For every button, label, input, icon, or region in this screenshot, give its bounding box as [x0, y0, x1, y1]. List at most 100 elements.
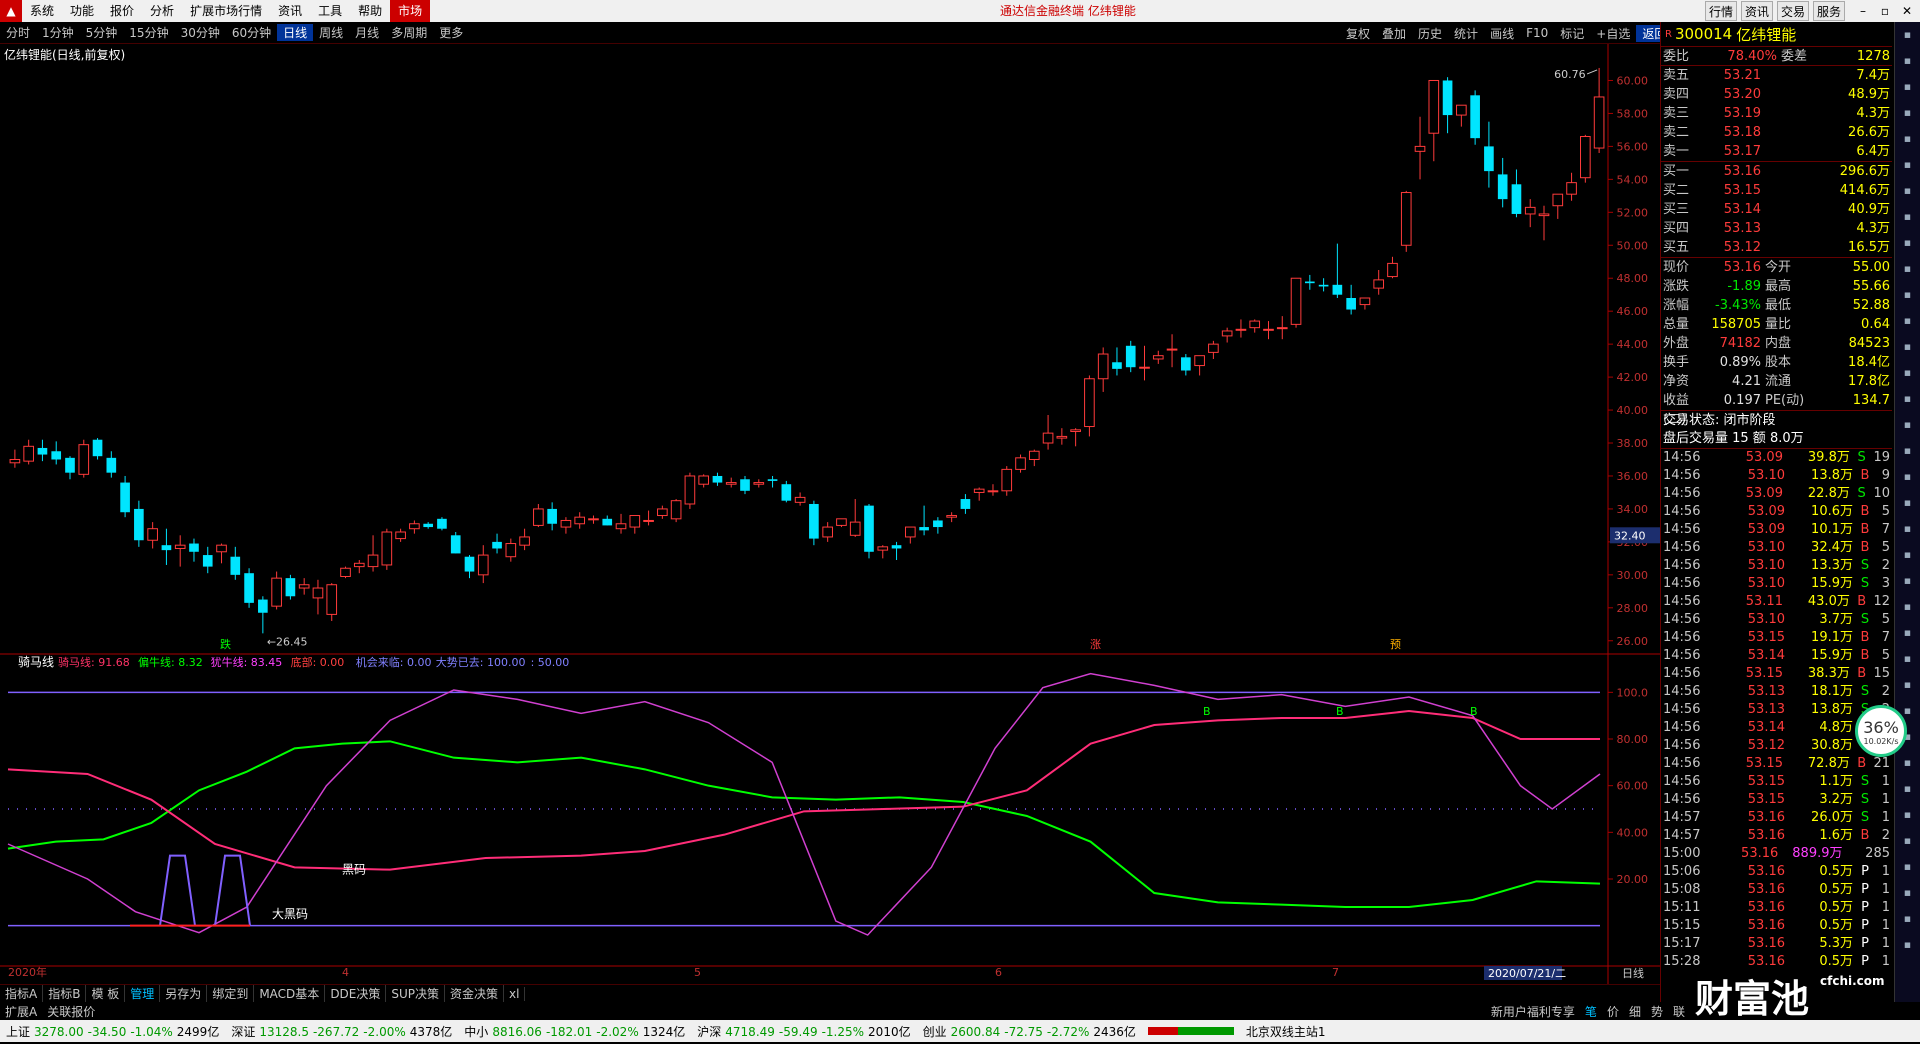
chart-tool-4[interactable]: 画线	[1484, 25, 1520, 42]
period-tab-4[interactable]: 30分钟	[175, 24, 226, 41]
period-tab-2[interactable]: 5分钟	[80, 24, 124, 41]
sidebar-tool-icon[interactable]: ▪	[1895, 412, 1920, 438]
menu-item-4[interactable]: 扩展市场行情	[182, 0, 270, 22]
period-tab-6[interactable]: 日线	[277, 24, 314, 41]
sidebar-tool-icon[interactable]: ▪	[1895, 880, 1920, 906]
sidebar-tool-icon[interactable]: ▪	[1895, 386, 1920, 412]
tick-volume: 26.0万	[1811, 810, 1853, 825]
indicator-param: 底部: 0.00	[291, 655, 345, 669]
stat-value: 0.89%	[1719, 355, 1761, 370]
sidebar-tool-icon[interactable]: ▪	[1895, 100, 1920, 126]
sidebar-tool-icon[interactable]: ▪	[1895, 542, 1920, 568]
period-tab-9[interactable]: 多周期	[385, 24, 433, 41]
menu-item-8[interactable]: 市场	[390, 0, 431, 22]
sidebar-tool-icon[interactable]: ▪	[1895, 672, 1920, 698]
sidebar-tool-icon[interactable]: ▪	[1895, 178, 1920, 204]
indicator-tab-4[interactable]: 另存为	[160, 985, 208, 1002]
chart-tool-6[interactable]: 标记	[1554, 25, 1590, 42]
period-tab-1[interactable]: 1分钟	[36, 24, 80, 41]
index-name: 上证	[6, 1024, 31, 1039]
chart-tool-2[interactable]: 历史	[1412, 25, 1448, 42]
sidebar-tool-icon[interactable]: ▪	[1895, 854, 1920, 880]
sidebar-tool-icon[interactable]: ▪	[1895, 932, 1920, 958]
maximize-icon[interactable]: ▫	[1874, 1, 1896, 21]
sidebar-tool-icon[interactable]: ▪	[1895, 594, 1920, 620]
sidebar-tool-icon[interactable]: ▪	[1895, 464, 1920, 490]
chart-tool-5[interactable]: F10	[1520, 26, 1554, 40]
indicator-tab-3[interactable]: 管理	[125, 985, 161, 1002]
period-tab-5[interactable]: 60分钟	[226, 24, 277, 41]
sidebar-tool-icon[interactable]: ▪	[1895, 48, 1920, 74]
period-tab-10[interactable]: 更多	[433, 24, 469, 41]
chart-tool-3[interactable]: 统计	[1448, 25, 1484, 42]
sidebar-tool-icon[interactable]: ▪	[1895, 906, 1920, 932]
footer-right-4[interactable]: 势	[1646, 1003, 1668, 1020]
indicator-tab-8[interactable]: SUP决策	[386, 985, 446, 1002]
chart-canvas[interactable]: 60.00 58.00 56.00 54.00 52.00 50.00 48.00 46.00…	[0, 44, 1660, 1044]
menu-item-6[interactable]: 工具	[310, 0, 350, 22]
menu-item-2[interactable]: 报价	[102, 0, 142, 22]
sidebar-tool-icon[interactable]: ▪	[1895, 282, 1920, 308]
sidebar-tool-icon[interactable]: ▪	[1895, 308, 1920, 334]
ext-tab-0[interactable]: 扩展A	[0, 1003, 42, 1020]
sidebar-tool-icon[interactable]: ▪	[1895, 360, 1920, 386]
indicator-tab-6[interactable]: MACD基本	[254, 985, 326, 1002]
period-tab-3[interactable]: 15分钟	[123, 24, 174, 41]
menu-btn-3[interactable]: 服务	[1813, 1, 1846, 21]
sidebar-tool-icon[interactable]: ▪	[1895, 776, 1920, 802]
menu-item-1[interactable]: 功能	[62, 0, 102, 22]
indicator-tab-1[interactable]: 指标B	[43, 985, 87, 1002]
candle-body	[1290, 277, 1302, 325]
indicator-tab-0[interactable]: 指标A	[0, 985, 44, 1002]
menu-btn-2[interactable]: 交易	[1777, 1, 1810, 21]
menu-item-7[interactable]: 帮助	[350, 0, 390, 22]
sidebar-tool-icon[interactable]: ▪	[1895, 490, 1920, 516]
footer-right-3[interactable]: 细	[1624, 1003, 1646, 1020]
footer-right-2[interactable]: 价	[1602, 1003, 1624, 1020]
tick-row: 14:5653.1313.8万S2	[1661, 701, 1892, 719]
mark-pre: 预	[1390, 638, 1401, 651]
close-icon[interactable]: ✕	[1896, 1, 1918, 21]
sidebar-tool-icon[interactable]: ▪	[1895, 256, 1920, 282]
tick-list[interactable]: 14:56 53.09 39.8万 S 19 14:56 53.10 13.8万 B 9 14:56…	[1661, 448, 1892, 971]
period-tab-8[interactable]: 月线	[349, 24, 385, 41]
menu-btn-0[interactable]: 行情	[1705, 1, 1738, 21]
ext-tab-1[interactable]: 关联报价	[42, 1003, 100, 1020]
footer-right-0[interactable]: 新用户福利专享	[1486, 1003, 1580, 1020]
chart-tool-7[interactable]: +自选	[1590, 25, 1636, 42]
sidebar-tool-icon[interactable]: ▪	[1895, 620, 1920, 646]
sidebar-tool-icon[interactable]: ▪	[1895, 568, 1920, 594]
sidebar-tool-icon[interactable]: ▪	[1895, 802, 1920, 828]
footer-right-1[interactable]: 笔	[1580, 1003, 1602, 1020]
sidebar-tool-icon[interactable]: ▪	[1895, 74, 1920, 100]
sidebar-tool-icon[interactable]: ▪	[1895, 230, 1920, 256]
period-tab-7[interactable]: 周线	[313, 24, 349, 41]
sidebar-tool-icon[interactable]: ▪	[1895, 438, 1920, 464]
sidebar-tool-icon[interactable]: ▪	[1895, 516, 1920, 542]
indicator-tab-7[interactable]: DDE决策	[325, 985, 387, 1002]
indicator-tab-9[interactable]: 资金决策	[445, 985, 505, 1002]
sidebar-tool-icon[interactable]: ▪	[1895, 152, 1920, 178]
sidebar-tool-icon[interactable]: ▪	[1895, 22, 1920, 48]
sidebar-tool-icon[interactable]: ▪	[1895, 828, 1920, 854]
status-bar: 上证 3278.00 -34.50 -1.04% 2499亿 深证 13128.5 -267.…	[0, 1020, 1920, 1042]
minimize-icon[interactable]: –	[1852, 1, 1874, 21]
menu-item-5[interactable]: 资讯	[270, 0, 310, 22]
footer-right-5[interactable]: 联	[1668, 1003, 1690, 1020]
chart-tool-1[interactable]: 叠加	[1376, 25, 1412, 42]
period-tab-0[interactable]: 分时	[0, 24, 36, 41]
menu-item-0[interactable]: 系统	[22, 0, 62, 22]
sidebar-tool-icon[interactable]: ▪	[1895, 334, 1920, 360]
indicator-tab-10[interactable]: xl	[504, 986, 526, 1001]
indicator-tab-5[interactable]: 绑定到	[207, 985, 255, 1002]
menu-item-3[interactable]: 分析	[142, 0, 182, 22]
server-name[interactable]: 北京双线主站1	[1240, 1023, 1332, 1040]
indicator-tab-2[interactable]: 模 板	[86, 985, 126, 1002]
sidebar-tool-icon[interactable]: ▪	[1895, 750, 1920, 776]
ask-price: 53.17	[1723, 144, 1761, 159]
sidebar-tool-icon[interactable]: ▪	[1895, 646, 1920, 672]
sidebar-tool-icon[interactable]: ▪	[1895, 126, 1920, 152]
chart-tool-0[interactable]: 复权	[1340, 25, 1376, 42]
menu-btn-1[interactable]: 资讯	[1741, 1, 1774, 21]
sidebar-tool-icon[interactable]: ▪	[1895, 204, 1920, 230]
